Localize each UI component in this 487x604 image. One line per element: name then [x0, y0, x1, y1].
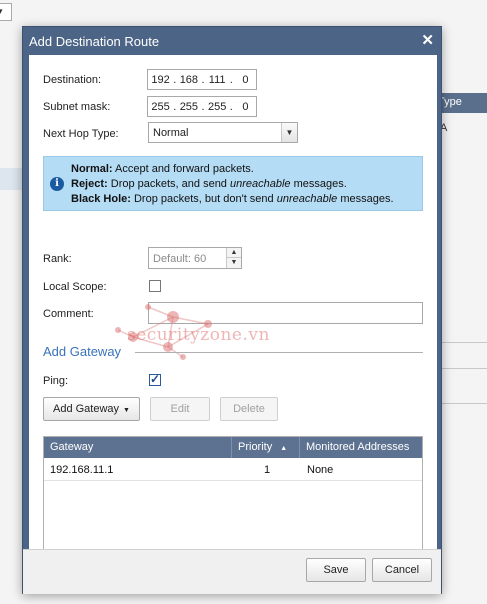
chevron-down-icon[interactable]: ▼: [226, 258, 241, 268]
rank-spinner[interactable]: Default: 60 ▲ ▼: [148, 247, 242, 269]
subnet-octet-2[interactable]: 255: [178, 101, 199, 113]
destination-octet-4[interactable]: 0: [235, 74, 256, 86]
chevron-down-icon[interactable]: ▼: [281, 123, 297, 142]
add-destination-route-dialog: Add Destination Route ✕ Destination: 192…: [22, 26, 442, 594]
column-header-gateway[interactable]: Gateway: [44, 437, 232, 458]
destination-input[interactable]: 192. 168. 111. 0: [147, 69, 257, 90]
edit-button[interactable]: Edit: [150, 397, 210, 421]
delete-button[interactable]: Delete: [220, 397, 278, 421]
destination-octet-1[interactable]: 192: [150, 74, 171, 86]
subnet-octet-4[interactable]: 0: [235, 101, 256, 113]
chevron-down-icon: ▾: [0, 6, 3, 16]
rank-placeholder: Default: 60: [153, 253, 207, 265]
section-divider: [135, 352, 423, 353]
background-dropdown[interactable]: ▾: [0, 3, 12, 21]
cancel-button[interactable]: Cancel: [372, 558, 432, 582]
subnet-mask-label: Subnet mask:: [43, 101, 111, 113]
comment-input[interactable]: [148, 302, 423, 324]
info-normal-line: Normal: Accept and forward packets.: [71, 163, 254, 175]
dialog-body: Destination: 192. 168. 111. 0 Subnet mas…: [29, 55, 437, 562]
column-header-monitored-addresses[interactable]: Monitored Addresses: [300, 437, 422, 458]
gateway-cell: 192.168.11.1: [50, 464, 114, 476]
local-scope-checkbox[interactable]: [149, 280, 161, 292]
dialog-title: Add Destination Route: [29, 34, 160, 49]
next-hop-type-select[interactable]: Normal ▼: [148, 122, 298, 143]
dialog-footer: Save Cancel: [23, 549, 441, 594]
next-hop-info-box: i Normal: Accept and forward packets. Re…: [43, 156, 423, 211]
next-hop-type-label: Next Hop Type:: [43, 128, 119, 140]
subnet-octet-3[interactable]: 255: [207, 101, 228, 113]
ping-checkbox[interactable]: [149, 372, 161, 386]
priority-cell: 1: [264, 464, 271, 476]
chevron-up-icon[interactable]: ▲: [226, 248, 241, 258]
subnet-mask-input[interactable]: 255. 255. 255. 0: [147, 96, 257, 117]
sort-ascending-icon: ▲: [280, 445, 288, 452]
add-gateway-button[interactable]: Add Gateway ▼: [43, 397, 140, 421]
gateway-table-header: Gateway Priority ▲ Monitored Addresses: [44, 437, 422, 458]
monitored-addresses-cell: None: [307, 464, 334, 476]
dialog-title-bar[interactable]: Add Destination Route ✕: [23, 27, 441, 55]
info-icon: i: [50, 177, 64, 191]
column-header-priority[interactable]: Priority ▲: [232, 437, 300, 458]
table-row[interactable]: 192.168.11.1 1 None: [44, 458, 422, 481]
info-reject-line: Reject: Drop packets, and send unreachab…: [71, 178, 347, 190]
destination-label: Destination:: [43, 74, 102, 86]
destination-octet-2[interactable]: 168: [178, 74, 199, 86]
gateway-table: Gateway Priority ▲ Monitored Addresses 19…: [43, 436, 423, 562]
ping-label: Ping:: [43, 375, 69, 387]
save-button[interactable]: Save: [306, 558, 366, 582]
add-gateway-section-title: Add Gateway: [43, 344, 122, 359]
subnet-octet-1[interactable]: 255: [150, 101, 171, 113]
rank-label: Rank:: [43, 253, 72, 265]
caret-down-icon: ▼: [123, 407, 130, 414]
watermark-text: securityzone.vn: [127, 325, 270, 345]
next-hop-type-value: Normal: [153, 127, 189, 139]
comment-label: Comment:: [43, 308, 94, 320]
destination-octet-3[interactable]: 111: [207, 74, 228, 86]
info-blackhole-line: Black Hole: Drop packets, but don't send…: [71, 193, 394, 205]
close-icon[interactable]: ✕: [421, 31, 434, 49]
background-selected-row: [0, 168, 22, 190]
local-scope-label: Local Scope:: [43, 281, 107, 293]
